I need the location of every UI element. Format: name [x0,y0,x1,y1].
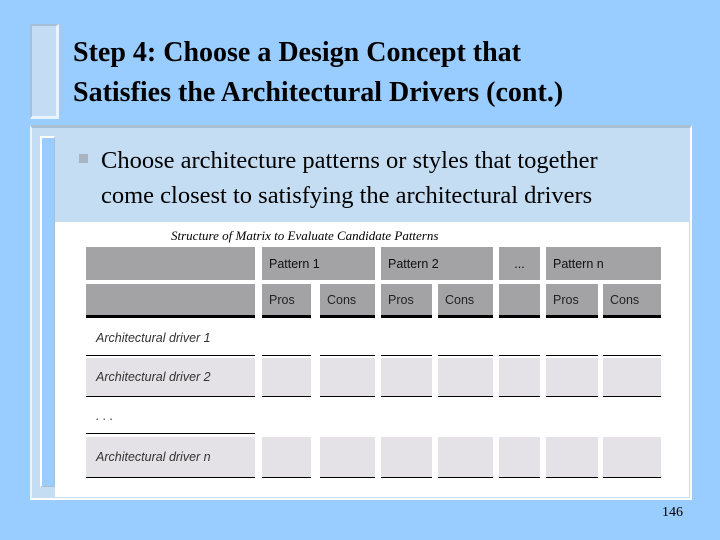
table-cell [499,320,540,356]
table-cell [381,358,432,397]
subheader-cell [499,284,540,318]
table-cell [320,399,375,434]
subheader-cell: Pros [381,284,432,318]
header-corner-cell [86,247,255,280]
title-decoration-bar [30,24,59,119]
table-cell [499,437,540,478]
table-cell [381,399,432,434]
pattern-header-cell: Pattern 2 [381,247,493,280]
table-cell [438,358,493,397]
bullet-line-1: Choose architecture patterns or styles t… [101,147,598,174]
subheader-cell: Cons [438,284,493,318]
slide-title-line-1: Step 4: Choose a Design Concept that [73,37,521,68]
table-cell [262,399,311,434]
subheader-cell: Pros [546,284,598,318]
table-cell [381,320,432,356]
table-cell [381,437,432,478]
slide-title: Step 4: Choose a Design Concept that Sat… [73,33,703,113]
row-label-cell: . . . [86,399,255,434]
table-cell [603,437,661,478]
bullet-line-2: come closest to satisfying the architect… [101,182,593,209]
row-label-cell: Architectural driver 1 [86,320,255,356]
table-cell [499,399,540,434]
table-cell [320,358,375,397]
subheader-cell: Cons [320,284,375,318]
table-cell [438,320,493,356]
subheader-corner-cell [86,284,255,318]
table-cell [499,358,540,397]
table-cell [320,437,375,478]
table-cell [262,437,311,478]
square-bullet-icon [79,154,88,163]
table-cell [603,399,661,434]
row-label-cell: Architectural driver n [86,437,255,478]
table-cell [546,399,598,434]
table-cell [438,399,493,434]
pattern-header-cell: Pattern 1 [262,247,375,280]
table-cell [546,437,598,478]
pattern-header-cell: Pattern n [546,247,661,280]
table-cell [262,320,311,356]
subheader-cell: Pros [262,284,311,318]
subheader-cell: Cons [603,284,661,318]
table-cell [603,358,661,397]
table-cell [438,437,493,478]
table-cell [320,320,375,356]
table-cell [262,358,311,397]
content-decoration-bar [40,136,55,487]
table-cell [603,320,661,356]
bullet-text: Choose architecture patterns or styles t… [101,143,691,213]
table-cell [546,358,598,397]
table-cell [546,320,598,356]
slide-title-line-2: Satisfies the Architectural Drivers (con… [73,77,564,108]
row-label-cell: Architectural driver 2 [86,358,255,397]
page-number: 146 [662,505,683,520]
table-caption-title: Structure of Matrix to Evaluate Candidat… [171,228,439,243]
pattern-header-cell: ... [499,247,540,280]
